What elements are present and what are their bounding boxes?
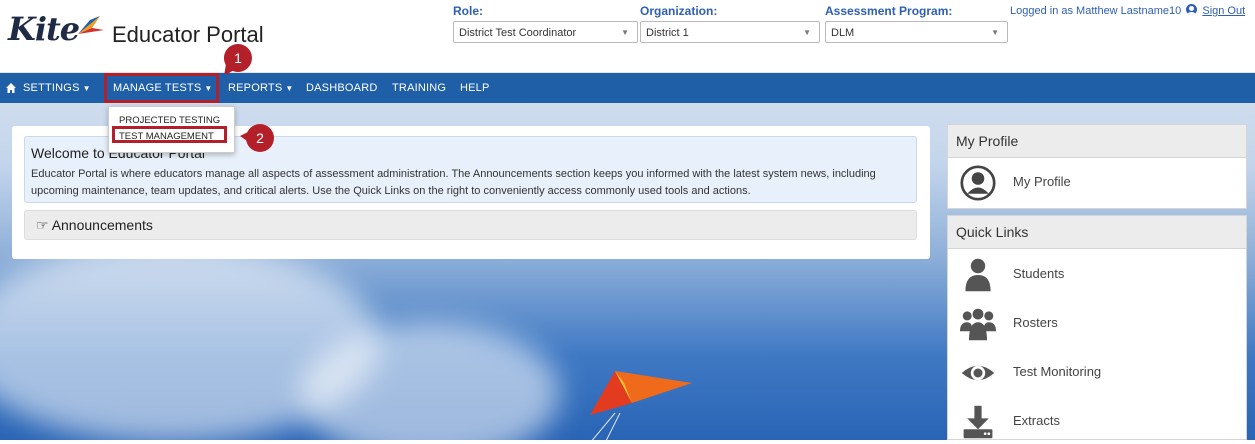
- user-icon: [1186, 4, 1198, 15]
- quick-link-extracts[interactable]: Extracts: [948, 400, 1248, 444]
- menu-item-test-management[interactable]: TEST MANAGEMENT: [119, 131, 214, 142]
- my-profile-title: My Profile: [948, 125, 1246, 158]
- program-select-group: Assessment Program: DLM ▼: [825, 4, 1008, 43]
- logged-in-text: Logged in as Matthew Lastname10: [1010, 5, 1182, 17]
- menu-item-projected-testing[interactable]: PROJECTED TESTING: [119, 115, 220, 126]
- role-select-group: Role: District Test Coordinator ▼: [453, 4, 638, 43]
- chevron-down-icon: ▼: [803, 28, 811, 37]
- kite-image: [590, 371, 692, 440]
- callout-1: 1: [224, 44, 252, 74]
- download-icon: [963, 405, 993, 439]
- organization-select-group: Organization: District 1 ▼: [640, 4, 820, 43]
- users-group-icon: [960, 308, 996, 341]
- quick-links-panel: Quick Links Students Rosters Test Monito…: [947, 215, 1247, 440]
- nav-settings-label: SETTINGS: [23, 82, 80, 94]
- announcements-label: Announcements: [51, 217, 153, 233]
- nav-training[interactable]: TRAINING: [392, 73, 446, 103]
- nav-reports-label: REPORTS: [228, 82, 283, 94]
- role-value: District Test Coordinator: [459, 27, 577, 39]
- header: Kite Educator Portal Role: District Test…: [0, 0, 1255, 73]
- nav-manage-tests[interactable]: MANAGE TESTS ▼: [113, 73, 213, 103]
- welcome-text: Educator Portal is where educators manag…: [31, 168, 876, 197]
- user-circle-icon: [960, 165, 996, 201]
- caret-down-icon: ▼: [82, 84, 91, 93]
- nav-help-label: HELP: [460, 82, 490, 94]
- program-label: Assessment Program:: [825, 4, 953, 18]
- nav-dashboard-label: DASHBOARD: [306, 82, 378, 94]
- kite-flag-icon: [78, 16, 104, 34]
- home-icon[interactable]: [6, 83, 16, 93]
- my-profile-link[interactable]: My Profile: [948, 161, 1248, 205]
- manage-tests-dropdown: PROJECTED TESTING TEST MANAGEMENT: [108, 106, 235, 153]
- my-profile-panel: My Profile My Profile: [947, 124, 1247, 209]
- nav-dashboard[interactable]: DASHBOARD: [306, 73, 377, 103]
- role-label: Role:: [453, 4, 483, 18]
- logo-text: Kite: [8, 10, 80, 48]
- callout-number: 2: [256, 130, 264, 146]
- eye-icon: [961, 365, 995, 381]
- quick-link-label: Extracts: [1013, 413, 1060, 428]
- quick-links-title: Quick Links: [948, 216, 1246, 249]
- quick-link-test-monitoring[interactable]: Test Monitoring: [948, 351, 1248, 395]
- chevron-down-icon: ▼: [991, 28, 999, 37]
- quick-link-label: Test Monitoring: [1013, 364, 1102, 379]
- organization-select[interactable]: District 1 ▼: [640, 21, 820, 43]
- chevron-down-icon: ▼: [621, 28, 629, 37]
- caret-down-icon: ▼: [204, 84, 213, 93]
- hand-pointer-icon: ☞: [36, 217, 49, 233]
- nav-settings[interactable]: SETTINGS ▼: [23, 73, 91, 103]
- quick-link-label: Rosters: [1013, 315, 1058, 330]
- quick-link-rosters[interactable]: Rosters: [948, 302, 1248, 346]
- nav-help[interactable]: HELP: [460, 73, 490, 103]
- callout-2: 2: [240, 124, 274, 152]
- role-select[interactable]: District Test Coordinator ▼: [453, 21, 638, 43]
- announcements-header: ☞ Announcements: [36, 217, 153, 234]
- user-icon: [965, 258, 991, 292]
- callout-number: 1: [234, 50, 242, 66]
- quick-link-students[interactable]: Students: [948, 253, 1248, 297]
- login-status: Logged in as Matthew Lastname10 Sign Out: [1010, 4, 1245, 17]
- announcements-panel[interactable]: ☞ Announcements: [24, 210, 917, 240]
- nav-training-label: TRAINING: [392, 82, 447, 94]
- caret-down-icon: ▼: [285, 84, 294, 93]
- program-value: DLM: [831, 27, 855, 39]
- nav-reports[interactable]: REPORTS ▼: [228, 73, 294, 103]
- sign-out-link[interactable]: Sign Out: [1202, 5, 1245, 17]
- organization-value: District 1: [646, 27, 689, 39]
- quick-link-label: Students: [1013, 266, 1065, 281]
- main-nav: SETTINGS ▼ MANAGE TESTS ▼ REPORTS ▼ DASHBOA…: [0, 73, 1255, 103]
- program-select[interactable]: DLM ▼: [825, 21, 1008, 43]
- organization-label: Organization:: [640, 4, 718, 18]
- my-profile-link-label: My Profile: [1013, 174, 1071, 189]
- nav-manage-tests-label: MANAGE TESTS: [113, 82, 202, 94]
